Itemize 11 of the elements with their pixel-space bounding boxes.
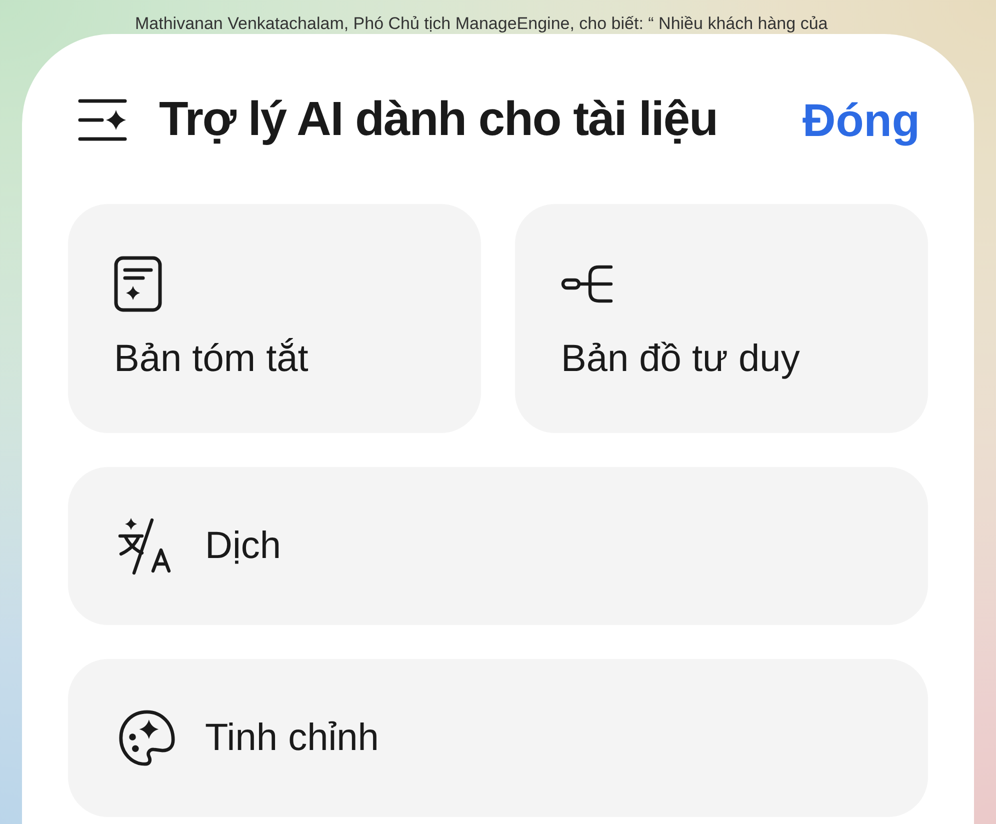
action-tile[interactable]: Bản tóm tắt: [68, 204, 481, 433]
action-row[interactable]: Dịch: [68, 467, 928, 625]
close-button[interactable]: Đóng: [802, 92, 920, 148]
palette-sparkle-icon: [118, 709, 176, 767]
action-tile[interactable]: Bản đồ tư duy: [515, 204, 928, 433]
action-row[interactable]: Tinh chỉnh: [68, 659, 928, 817]
sheet-title: Trợ lý AI dành cho tài liệu: [159, 92, 718, 148]
sparkle-list-icon: [78, 98, 127, 142]
article-text: Mathivanan Venkatachalam, Phó Chủ tịch ManageEngine, cho biết: “ Nhiều khách hàng của: [135, 14, 829, 34]
mind-map-icon: [561, 264, 613, 304]
document-sparkle-icon: [114, 256, 162, 312]
